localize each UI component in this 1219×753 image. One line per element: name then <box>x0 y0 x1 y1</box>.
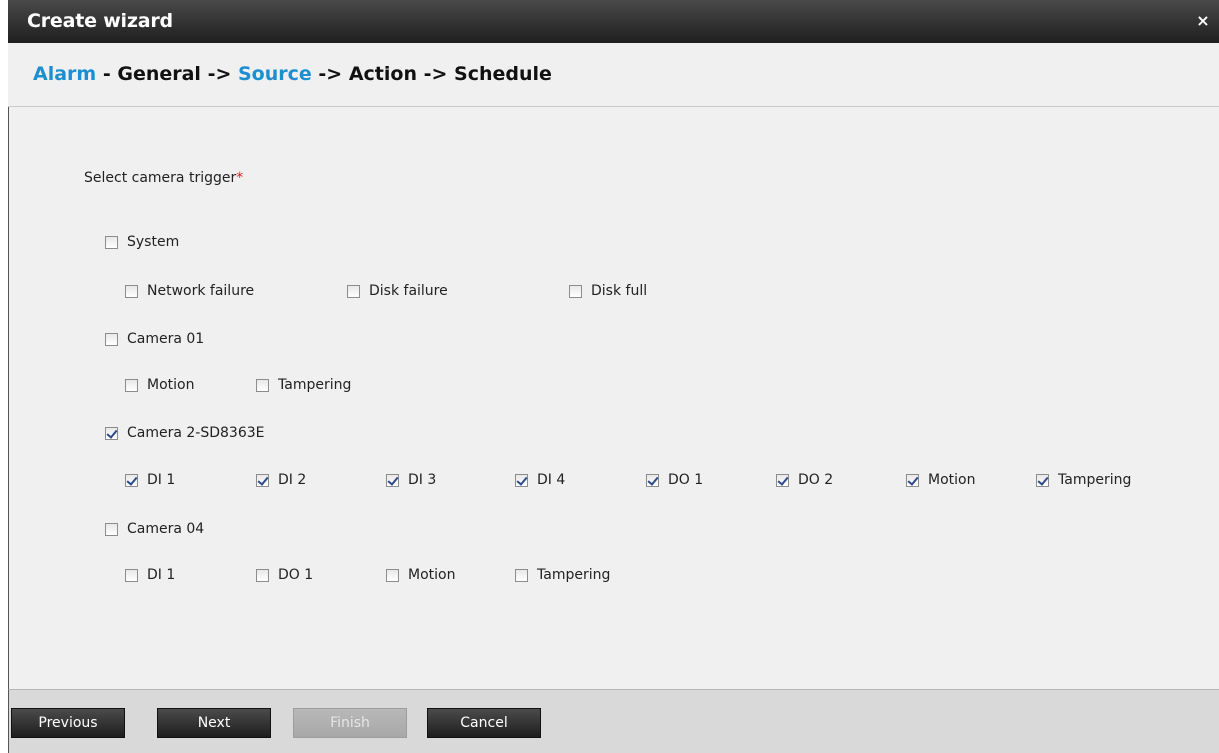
option-label[interactable]: DI 3 <box>408 472 436 488</box>
wizard-steps-bar: Alarm - General -> Source -> Action -> S… <box>8 43 1219 107</box>
checkbox-motion[interactable] <box>386 568 399 582</box>
option-camera-2-di1[interactable]: DI 1 <box>125 472 175 488</box>
group-label-camera-01[interactable]: Camera 01 <box>127 331 204 347</box>
option-label[interactable]: Tampering <box>1058 472 1131 488</box>
checkbox-motion[interactable] <box>906 473 919 487</box>
step-arrow: -> <box>417 63 455 85</box>
checkbox-camera-01[interactable] <box>105 332 118 346</box>
option-camera-01-tampering[interactable]: Tampering <box>256 377 351 393</box>
option-camera-2-di3[interactable]: DI 3 <box>386 472 436 488</box>
option-network-failure[interactable]: Network failure <box>125 283 254 299</box>
select-label-text: Select camera trigger <box>84 170 237 186</box>
option-camera-2-di4[interactable]: DI 4 <box>515 472 565 488</box>
group-camera-2[interactable]: Camera 2-SD8363E <box>105 425 265 441</box>
checkbox-do2[interactable] <box>776 473 789 487</box>
option-camera-01-motion[interactable]: Motion <box>125 377 194 393</box>
checkbox-tampering[interactable] <box>515 568 528 582</box>
checkbox-camera-04[interactable] <box>105 522 118 536</box>
option-camera-2-do2[interactable]: DO 2 <box>776 472 833 488</box>
checkbox-camera-2[interactable] <box>105 426 118 440</box>
option-disk-full[interactable]: Disk full <box>569 283 647 299</box>
step-general: General <box>117 63 201 85</box>
option-label[interactable]: Network failure <box>147 283 254 299</box>
group-camera-04[interactable]: Camera 04 <box>105 521 204 537</box>
checkbox-tampering[interactable] <box>1036 473 1049 487</box>
checkbox-di1[interactable] <box>125 568 138 582</box>
title-bar: Create wizard × <box>8 0 1219 43</box>
option-camera-2-do1[interactable]: DO 1 <box>646 472 703 488</box>
dialog-title: Create wizard <box>27 10 173 32</box>
group-label-camera-2[interactable]: Camera 2-SD8363E <box>127 425 265 441</box>
option-label[interactable]: Motion <box>408 567 455 583</box>
next-button[interactable]: Next <box>157 708 271 738</box>
option-camera-2-di2[interactable]: DI 2 <box>256 472 306 488</box>
wizard-footer: Previous Next Finish Cancel <box>8 689 1219 753</box>
group-label-system[interactable]: System <box>127 234 179 250</box>
step-action: Action <box>348 63 417 85</box>
option-camera-2-tampering[interactable]: Tampering <box>1036 472 1131 488</box>
checkbox-di3[interactable] <box>386 473 399 487</box>
option-camera-04-do1[interactable]: DO 1 <box>256 567 313 583</box>
option-label[interactable]: Disk full <box>591 283 647 299</box>
wizard-breadcrumb: Alarm - General -> Source -> Action -> S… <box>33 63 552 85</box>
step-separator: - <box>96 63 118 85</box>
option-disk-failure[interactable]: Disk failure <box>347 283 448 299</box>
option-label[interactable]: DI 4 <box>537 472 565 488</box>
group-label-camera-04[interactable]: Camera 04 <box>127 521 204 537</box>
checkbox-motion[interactable] <box>125 378 138 392</box>
checkbox-do1[interactable] <box>256 568 269 582</box>
option-label[interactable]: DI 1 <box>147 472 175 488</box>
required-mark: * <box>236 170 244 186</box>
step-alarm: Alarm <box>33 63 97 85</box>
option-camera-04-motion[interactable]: Motion <box>386 567 455 583</box>
checkbox-tampering[interactable] <box>256 378 269 392</box>
option-label[interactable]: Motion <box>147 377 194 393</box>
step-arrow: -> <box>200 63 238 85</box>
option-label[interactable]: DO 1 <box>278 567 313 583</box>
option-camera-04-tampering[interactable]: Tampering <box>515 567 610 583</box>
select-camera-trigger-label: Select camera trigger* <box>84 170 243 186</box>
option-label[interactable]: Tampering <box>278 377 351 393</box>
checkbox-di4[interactable] <box>515 473 528 487</box>
group-system[interactable]: System <box>105 234 179 250</box>
option-label[interactable]: Tampering <box>537 567 610 583</box>
option-camera-04-di1[interactable]: DI 1 <box>125 567 175 583</box>
option-label[interactable]: DO 1 <box>668 472 703 488</box>
checkbox-do1[interactable] <box>646 473 659 487</box>
option-label[interactable]: Disk failure <box>369 283 448 299</box>
checkbox-disk-full[interactable] <box>569 284 582 298</box>
close-icon[interactable]: × <box>1194 12 1212 30</box>
option-label[interactable]: DI 2 <box>278 472 306 488</box>
checkbox-network-failure[interactable] <box>125 284 138 298</box>
create-wizard-dialog: Create wizard × Alarm - General -> Sourc… <box>8 0 1219 753</box>
checkbox-disk-failure[interactable] <box>347 284 360 298</box>
previous-button[interactable]: Previous <box>11 708 125 738</box>
option-camera-2-motion[interactable]: Motion <box>906 472 975 488</box>
checkbox-di2[interactable] <box>256 473 269 487</box>
step-schedule: Schedule <box>454 63 552 85</box>
step-arrow: -> <box>311 63 349 85</box>
cancel-button[interactable]: Cancel <box>427 708 541 738</box>
checkbox-system[interactable] <box>105 235 118 249</box>
wizard-content: Select camera trigger* System Network fa… <box>8 107 1219 689</box>
checkbox-di1[interactable] <box>125 473 138 487</box>
option-label[interactable]: Motion <box>928 472 975 488</box>
option-label[interactable]: DO 2 <box>798 472 833 488</box>
group-camera-01[interactable]: Camera 01 <box>105 331 204 347</box>
finish-button: Finish <box>293 708 407 738</box>
option-label[interactable]: DI 1 <box>147 567 175 583</box>
step-source: Source <box>238 63 312 85</box>
